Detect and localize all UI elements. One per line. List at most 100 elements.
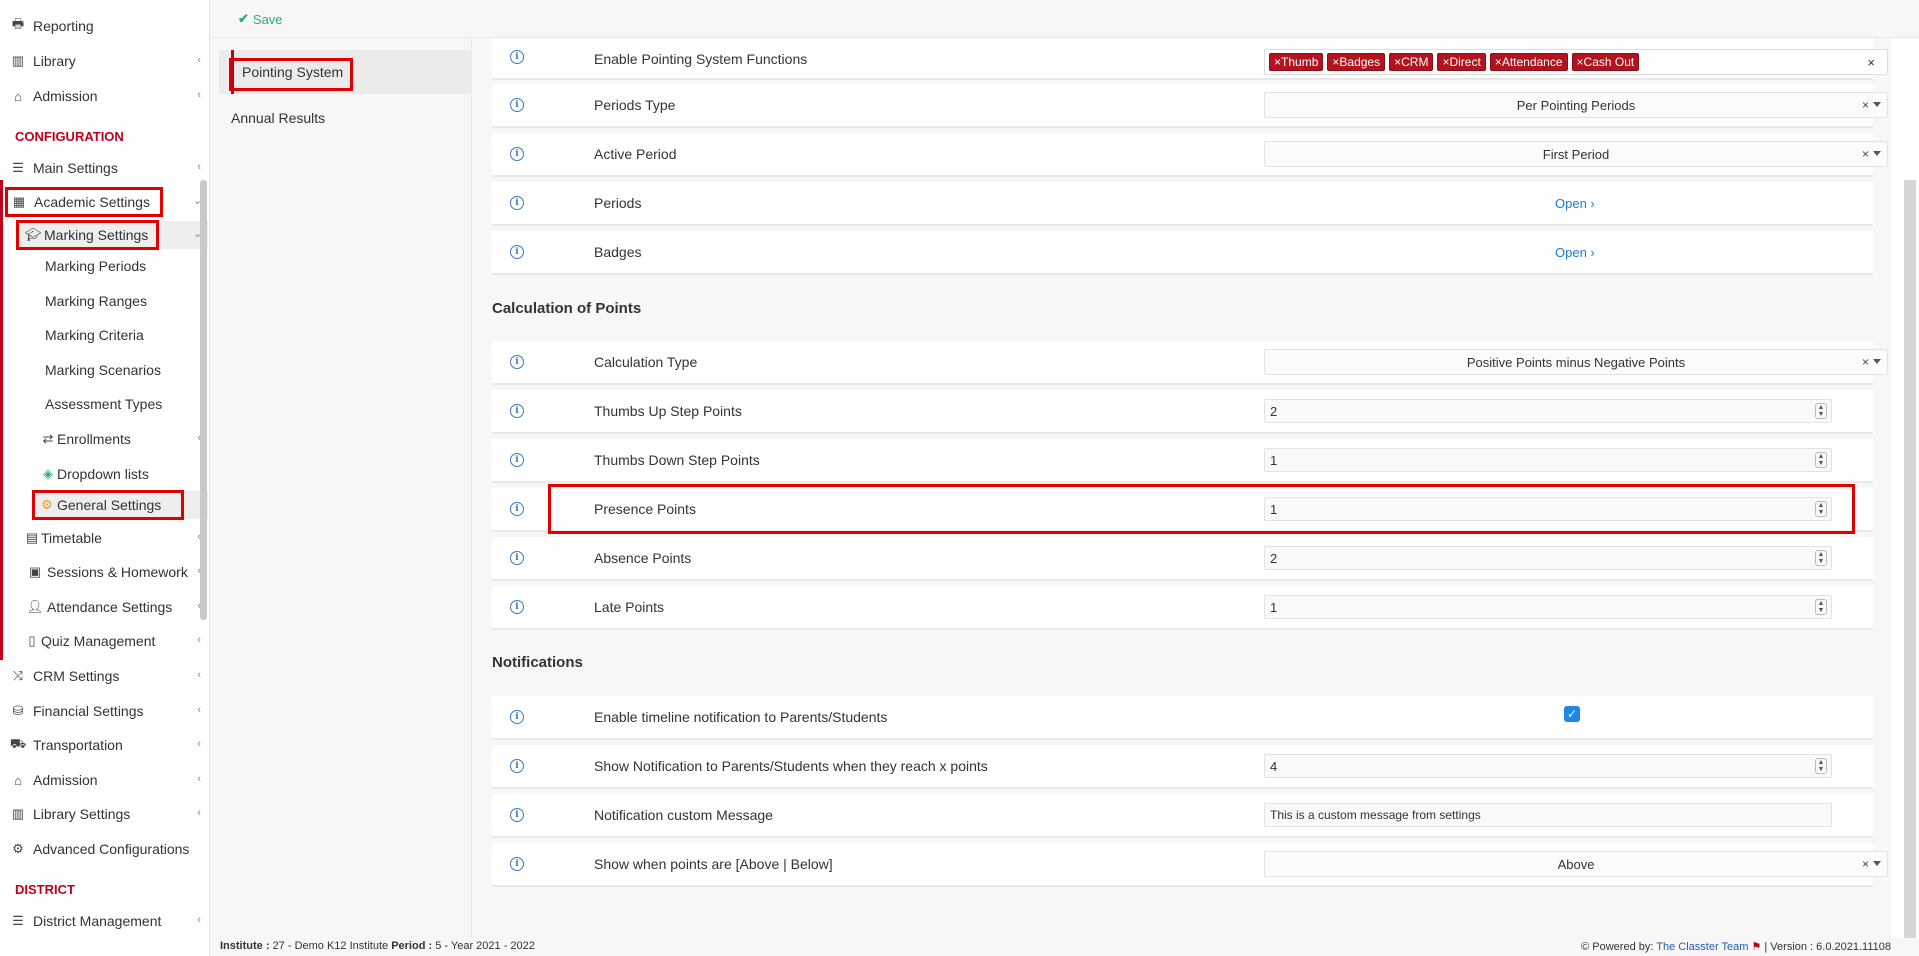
classter-link[interactable]: The Classter Team — [1656, 941, 1748, 953]
sidebar-item-label: Advanced Configurations — [33, 841, 190, 857]
chevron-down-icon[interactable] — [1873, 359, 1881, 364]
info-icon[interactable]: i — [510, 502, 524, 516]
periods-open-link[interactable]: Open › — [1555, 196, 1595, 211]
sidebar-item-marking-scenarios[interactable]: Marking Scenarios — [45, 357, 161, 383]
clear-icon[interactable]: × — [1862, 98, 1869, 112]
info-icon[interactable]: i — [510, 551, 524, 565]
main-scrollbar[interactable] — [1904, 180, 1916, 956]
sidebar-item-district-management[interactable]: ☰ District Management ‹ — [9, 908, 209, 934]
info-icon[interactable]: i — [510, 404, 524, 418]
chevron-down-icon[interactable] — [1873, 151, 1881, 156]
tag-crm[interactable]: ×CRM — [1389, 53, 1434, 71]
above-below-select[interactable]: Above × — [1264, 851, 1888, 877]
sidebar-item-timetable[interactable]: ▤ Timetable ‹ — [25, 525, 209, 551]
info-icon[interactable]: i — [510, 98, 524, 112]
sidebar-item-label: Marking Scenarios — [45, 362, 161, 378]
active-period-select[interactable]: First Period × — [1264, 141, 1888, 167]
reach-points-input[interactable]: 4 ▲ ▼ — [1264, 754, 1832, 778]
sidebar-item-reporting[interactable]: 🖶 Reporting — [9, 13, 94, 39]
sidebar-item-main-settings[interactable]: ☰ Main Settings ‹ — [9, 155, 209, 181]
info-icon[interactable]: i — [510, 196, 524, 210]
periods-type-select[interactable]: Per Pointing Periods × — [1264, 92, 1888, 118]
notifications-section-title: Notifications — [492, 654, 583, 671]
sidebar-item-marking-criteria[interactable]: Marking Criteria — [45, 322, 144, 348]
clear-icon[interactable]: × — [1862, 355, 1869, 369]
active-tab-indicator — [231, 50, 234, 94]
info-icon[interactable]: i — [510, 355, 524, 369]
tag-cash-out[interactable]: ×Cash Out — [1571, 53, 1640, 71]
sidebar-item-admission[interactable]: ⌂ Admission ‹ — [9, 83, 209, 109]
spinner-icon[interactable]: ▲ ▼ — [1815, 599, 1827, 615]
tag-thumb[interactable]: ×Thumb — [1269, 53, 1324, 71]
save-button[interactable]: ✔ Save — [238, 11, 283, 27]
info-icon[interactable]: i — [510, 245, 524, 259]
sidebar-item-advanced-configurations[interactable]: ⚙ Advanced Configurations — [9, 836, 209, 862]
sidebar-item-assessment-types[interactable]: Assessment Types — [45, 391, 162, 417]
late-input[interactable]: 1 ▲ ▼ — [1264, 595, 1832, 619]
tab-pointing-system[interactable]: Pointing System — [219, 50, 472, 94]
spinner-icon[interactable]: ▲ ▼ — [1815, 758, 1827, 774]
timeline-checkbox[interactable]: ✓ — [1564, 706, 1580, 722]
active-section-indicator — [0, 180, 3, 660]
sidebar-item-attendance-settings[interactable]: 👤︎ Attendance Settings ‹ — [25, 594, 209, 620]
thumbs-up-input[interactable]: 2 ▲ ▼ — [1264, 399, 1832, 423]
sidebar-item-general-settings[interactable]: ⚙ General Settings — [32, 490, 184, 520]
row-calculation-type: i Calculation Type Positive Points minus… — [492, 341, 1888, 385]
info-icon[interactable]: i — [510, 759, 524, 773]
row-label: Thumbs Down Step Points — [594, 452, 760, 468]
sidebar-item-marking-ranges[interactable]: Marking Ranges — [45, 288, 147, 314]
spinner-icon[interactable]: ▲ ▼ — [1815, 501, 1827, 517]
tag-direct[interactable]: ×Direct — [1437, 53, 1486, 71]
tag-badges[interactable]: ×Badges — [1327, 53, 1386, 71]
sidebar-item-library[interactable]: ▥ Library ‹ — [9, 48, 209, 74]
info-icon[interactable]: i — [510, 147, 524, 161]
info-icon[interactable]: i — [510, 808, 524, 822]
tab-annual-results[interactable]: Annual Results — [219, 96, 472, 140]
info-icon[interactable]: i — [510, 453, 524, 467]
sidebar-item-financial-settings[interactable]: ⛁ Financial Settings ‹ — [9, 698, 209, 724]
spinner-icon[interactable]: ▲ ▼ — [1815, 452, 1827, 468]
functions-multiselect[interactable]: ×Thumb ×Badges ×CRM ×Direct ×Attendance … — [1264, 49, 1888, 75]
presence-input[interactable]: 1 ▲ ▼ — [1264, 497, 1832, 521]
absence-input[interactable]: 2 ▲ ▼ — [1264, 546, 1832, 570]
custom-message-input[interactable]: This is a custom message from settings — [1264, 803, 1832, 827]
row-badges: i Badges Open › — [492, 231, 1873, 275]
calculation-type-select[interactable]: Positive Points minus Negative Points × — [1264, 349, 1888, 375]
info-icon[interactable]: i — [510, 710, 524, 724]
sidebar-item-label: Timetable — [41, 530, 102, 546]
chevron-left-icon: ‹ — [197, 738, 201, 750]
sidebar-item-label: General Settings — [57, 497, 162, 513]
info-icon[interactable]: i — [510, 857, 524, 871]
info-icon[interactable]: i — [510, 600, 524, 614]
spinner-icon[interactable]: ▲ ▼ — [1815, 550, 1827, 566]
row-label: Periods — [594, 195, 642, 211]
thumbs-down-input[interactable]: 1 ▲ ▼ — [1264, 448, 1832, 472]
tag-attendance[interactable]: ×Attendance — [1489, 53, 1568, 71]
sidebar-item-sessions-homework[interactable]: ▣ Sessions & Homework ‹ — [25, 559, 209, 585]
row-label: Badges — [594, 244, 642, 260]
info-icon[interactable]: i — [510, 50, 524, 64]
sidebar-item-admission-settings[interactable]: ⌂ Admission ‹ — [9, 767, 209, 793]
badges-open-link[interactable]: Open › — [1555, 245, 1595, 260]
institution-icon: ⌂ — [14, 88, 22, 104]
sidebar-item-crm-settings[interactable]: ⤨ CRM Settings ‹ — [9, 663, 209, 689]
chevron-down-icon[interactable] — [1873, 102, 1881, 107]
sidebar-item-dropdown-lists[interactable]: ◈ Dropdown lists — [41, 461, 149, 487]
sidebar-item-library-settings[interactable]: ▥ Library Settings ‹ — [9, 801, 209, 827]
sidebar-item-marking-settings[interactable]: 🎓︎ Marking Settings — [16, 220, 159, 250]
sidebar-item-enrollments[interactable]: ⇄ Enrollments ‹ — [41, 426, 209, 452]
sidebar-item-quiz-management[interactable]: ▯ Quiz Management ‹ — [25, 628, 209, 654]
row-above-below: i Show when points are [Above | Below] A… — [492, 843, 1888, 887]
spinner-icon[interactable]: ▲ ▼ — [1815, 403, 1827, 419]
sidebar-item-transportation[interactable]: ⛟ Transportation ‹ — [9, 732, 209, 758]
sidebar-item-academic-settings[interactable]: ▦ Academic Settings — [5, 187, 163, 217]
clear-icon[interactable]: × — [1862, 857, 1869, 871]
sidebar-item-marking-periods[interactable]: Marking Periods — [45, 253, 146, 279]
chevron-down-icon[interactable] — [1873, 861, 1881, 866]
row-periods: i Periods Open › — [492, 182, 1873, 226]
clear-icon[interactable]: × — [1867, 55, 1875, 70]
sidebar-scrollbar[interactable] — [200, 180, 207, 620]
books-icon: ▥ — [11, 53, 25, 68]
chevron-left-icon: ‹ — [197, 54, 201, 66]
clear-icon[interactable]: × — [1862, 147, 1869, 161]
